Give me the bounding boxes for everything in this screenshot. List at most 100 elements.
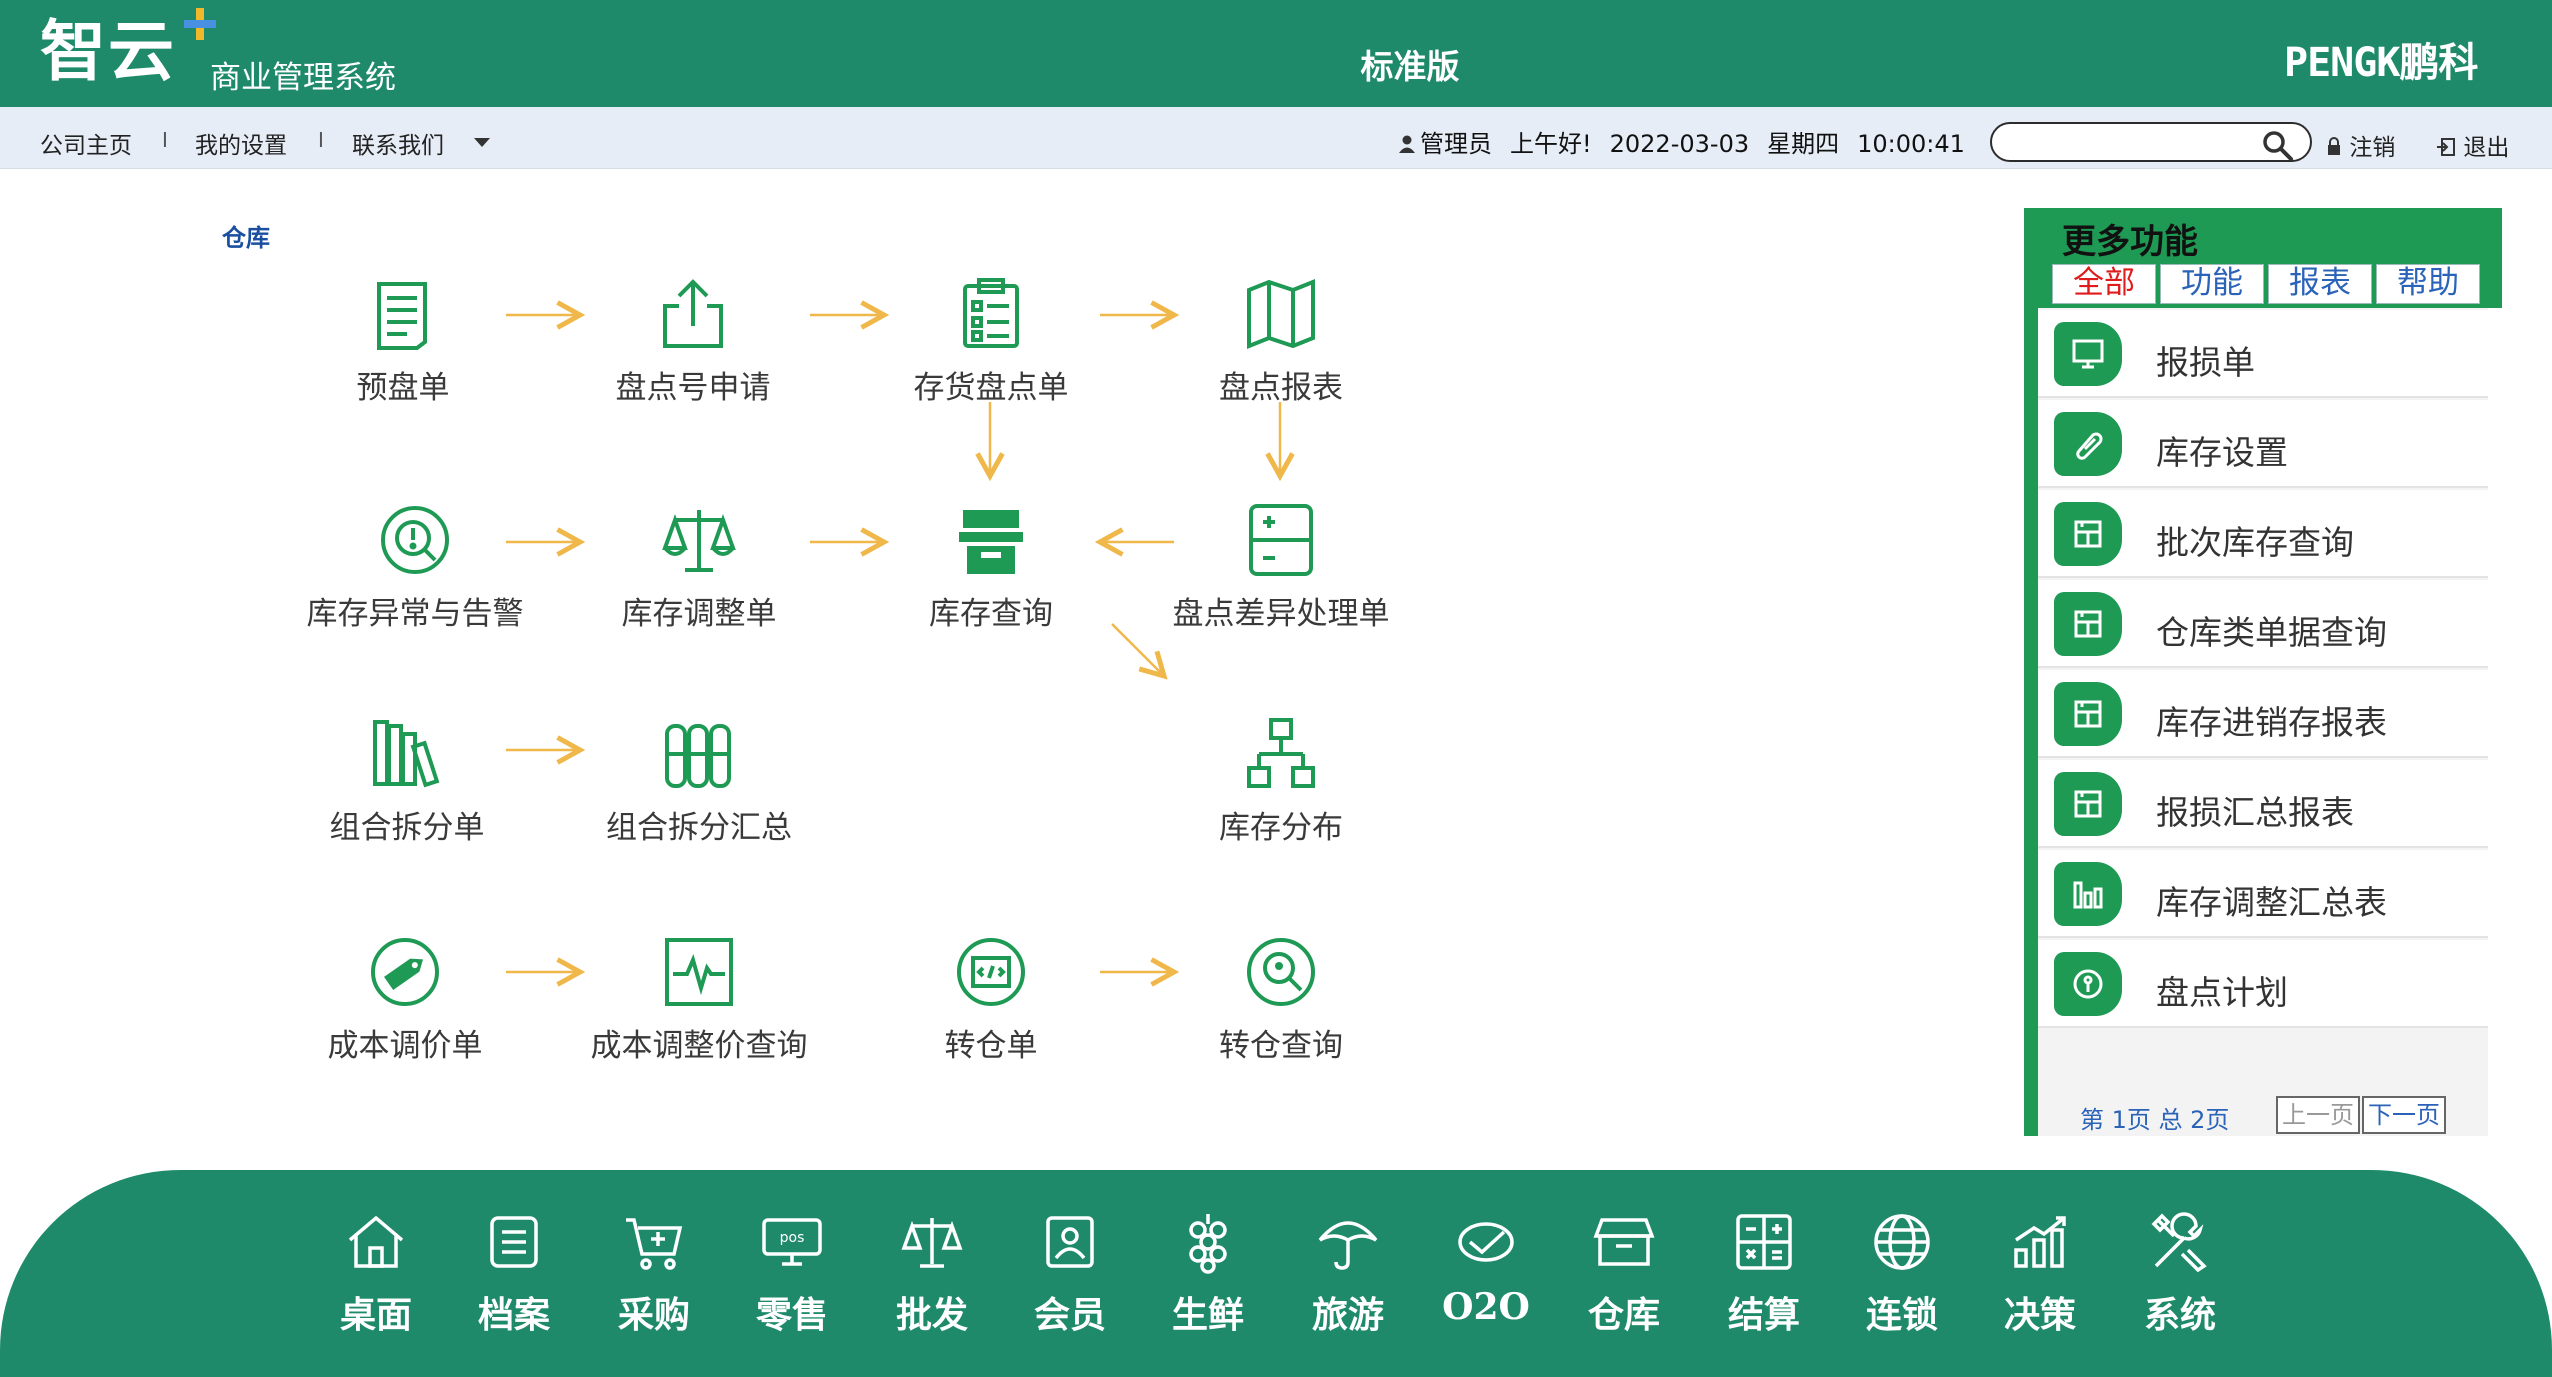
flow-node-combo-split[interactable]: 组合拆分单 (282, 716, 532, 847)
panel-item-stock-inout-report[interactable]: 库存进销存报表 (2038, 670, 2488, 758)
dock-item-label: 生鲜 (1171, 1294, 1244, 1336)
dock-item-label: 结算 (1727, 1294, 1800, 1336)
flow-node-label: 存货盘点单 (913, 370, 1069, 406)
balance-scale-icon (662, 510, 736, 572)
flow-node-label: 组合拆分汇总 (606, 810, 792, 846)
bar-chart-icon (2054, 862, 2122, 926)
flow-node-label: 库存异常与告警 (306, 596, 524, 632)
list-doc-icon (490, 1216, 538, 1268)
panel-item-batch-stock-query[interactable]: 批次库存查询 (2038, 490, 2488, 578)
dock-item-member[interactable]: 会员 (1010, 1210, 1130, 1338)
globe-icon (1874, 1214, 1930, 1270)
flow-node-transfer-query[interactable]: 转仓查询 (1156, 934, 1406, 1065)
date: 2022-03-03 (1609, 130, 1750, 158)
flow-node-stock-alert[interactable]: 库存异常与告警 (290, 502, 540, 633)
dock-item-decision[interactable]: 决策 (1980, 1210, 2100, 1338)
next-page-button[interactable]: 下一页 (2362, 1096, 2446, 1134)
dock-item-purchase[interactable]: 采购 (594, 1210, 714, 1338)
umbrella-icon (1318, 1221, 1378, 1270)
panel-item-adjust-summary[interactable]: 库存调整汇总表 (2038, 850, 2488, 938)
document-icon (377, 282, 427, 350)
code-window-icon (957, 938, 1025, 1006)
flow-node-count-report[interactable]: 盘点报表 (1156, 276, 1406, 407)
calculator-icon (2054, 592, 2122, 656)
user-icon (1399, 135, 1415, 153)
calculator-icon (2054, 682, 2122, 746)
panel-item-damage-report[interactable]: 报损单 (2038, 310, 2488, 398)
flow-node-cost-adjust[interactable]: 成本调价单 (280, 934, 530, 1065)
dock-item-label: 会员 (1033, 1294, 1106, 1336)
greeting: 上午好! (1510, 130, 1592, 158)
calculator-icon (2054, 502, 2122, 566)
flow-node-label: 盘点报表 (1219, 370, 1343, 406)
tab-all[interactable]: 全部 (2052, 264, 2156, 304)
dock-item-label: 系统 (2143, 1294, 2216, 1336)
hierarchy-icon (1247, 718, 1315, 788)
dock-item-travel[interactable]: 旅游 (1288, 1210, 1408, 1338)
flow-node-label: 库存查询 (929, 596, 1053, 632)
panel-item-count-plan[interactable]: 盘点计划 (2038, 940, 2488, 1028)
flow-node-label: 成本调价单 (327, 1028, 483, 1064)
search-icon[interactable] (2260, 128, 2294, 162)
flow-node-label: 盘点号申请 (615, 370, 771, 406)
flow-node-stock-query[interactable]: 库存查询 (866, 502, 1116, 633)
panel-item-label: 仓库类单据查询 (2156, 613, 2387, 652)
svg-text:pos: pos (780, 1230, 805, 1246)
tools-icon (2151, 1212, 2207, 1273)
monitor-pulse-icon (665, 938, 733, 1006)
panel-header: 更多功能 全部 功能 报表 帮助 (2024, 208, 2502, 308)
flow-node-transfer[interactable]: 转仓单 (866, 934, 1116, 1065)
cart-icon (626, 1218, 683, 1270)
flow-node-pre-count[interactable]: 预盘单 (278, 276, 528, 407)
dock-item-archive[interactable]: 档案 (454, 1210, 574, 1338)
pos-icon: pos (762, 1218, 822, 1266)
exit-link[interactable]: 退出 (2436, 128, 2509, 162)
upload-icon (663, 279, 723, 348)
tab-functions[interactable]: 功能 (2160, 264, 2264, 304)
dock-item-o2o[interactable]: O2O (1426, 1210, 1546, 1328)
dock-item-warehouse[interactable]: 仓库 (1564, 1210, 1684, 1338)
flow-node-combo-summary[interactable]: 组合拆分汇总 (574, 716, 824, 847)
home-icon (348, 1215, 404, 1268)
tab-reports[interactable]: 报表 (2268, 264, 2372, 304)
flow-node-stock-dist[interactable]: 库存分布 (1156, 716, 1406, 847)
flow-node-label: 库存调整单 (621, 596, 777, 632)
dock-item-label: O2O (1442, 1286, 1530, 1328)
calculator-icon (2054, 772, 2122, 836)
dock-item-settlement[interactable]: 结算 (1704, 1210, 1824, 1338)
member-card-icon (1046, 1216, 1094, 1268)
flow-node-cost-adjust-query[interactable]: 成本调整价查询 (574, 934, 824, 1065)
weekday: 星期四 (1767, 130, 1840, 158)
tab-help[interactable]: 帮助 (2376, 264, 2480, 304)
grapes-icon (1189, 1214, 1227, 1274)
flow-node-stock-adjust[interactable]: 库存调整单 (574, 502, 824, 633)
panel-item-warehouse-docs-query[interactable]: 仓库类单据查询 (2038, 580, 2488, 668)
calculator-icon (1736, 1214, 1792, 1270)
dock-item-system[interactable]: 系统 (2120, 1210, 2240, 1338)
chart-growth-icon (2014, 1216, 2066, 1268)
panel-item-stock-settings[interactable]: 库存设置 (2038, 400, 2488, 488)
dock-item-desktop[interactable]: 桌面 (316, 1210, 436, 1338)
dock-item-chain[interactable]: 连锁 (1842, 1210, 1962, 1338)
flow-node-count-diff[interactable]: 盘点差异处理单 (1156, 502, 1406, 633)
location-search-icon (1247, 938, 1315, 1006)
search-input[interactable] (2006, 128, 2246, 156)
flow-node-stock-count[interactable]: 存货盘点单 (866, 276, 1116, 407)
map-icon (1247, 279, 1315, 349)
exit-label: 退出 (2463, 135, 2510, 161)
panel-item-label: 库存进销存报表 (2156, 703, 2387, 742)
dock-item-label: 旅游 (1311, 1294, 1384, 1336)
panel-item-damage-summary[interactable]: 报损汇总报表 (2038, 760, 2488, 848)
logout-label: 注销 (2349, 135, 2396, 161)
panel-item-label: 库存设置 (2156, 433, 2288, 472)
box-icon (1593, 1218, 1655, 1266)
prev-page-button[interactable]: 上一页 (2276, 1096, 2360, 1134)
dock-item-retail[interactable]: pos 零售 (732, 1210, 852, 1338)
bottom-module-dock: 桌面 档案 采购 pos 零售 批发 会员 生鲜 旅游 O2O 仓库 结算 连锁… (0, 1170, 2552, 1377)
flow-node-label: 盘点差异处理单 (1172, 596, 1390, 632)
dock-item-label: 仓库 (1587, 1294, 1660, 1336)
flow-node-count-no-apply[interactable]: 盘点号申请 (568, 276, 818, 407)
dock-item-wholesale[interactable]: 批发 (872, 1210, 992, 1338)
dock-item-fresh[interactable]: 生鲜 (1148, 1210, 1268, 1338)
logout-link[interactable]: 注销 (2326, 128, 2395, 162)
